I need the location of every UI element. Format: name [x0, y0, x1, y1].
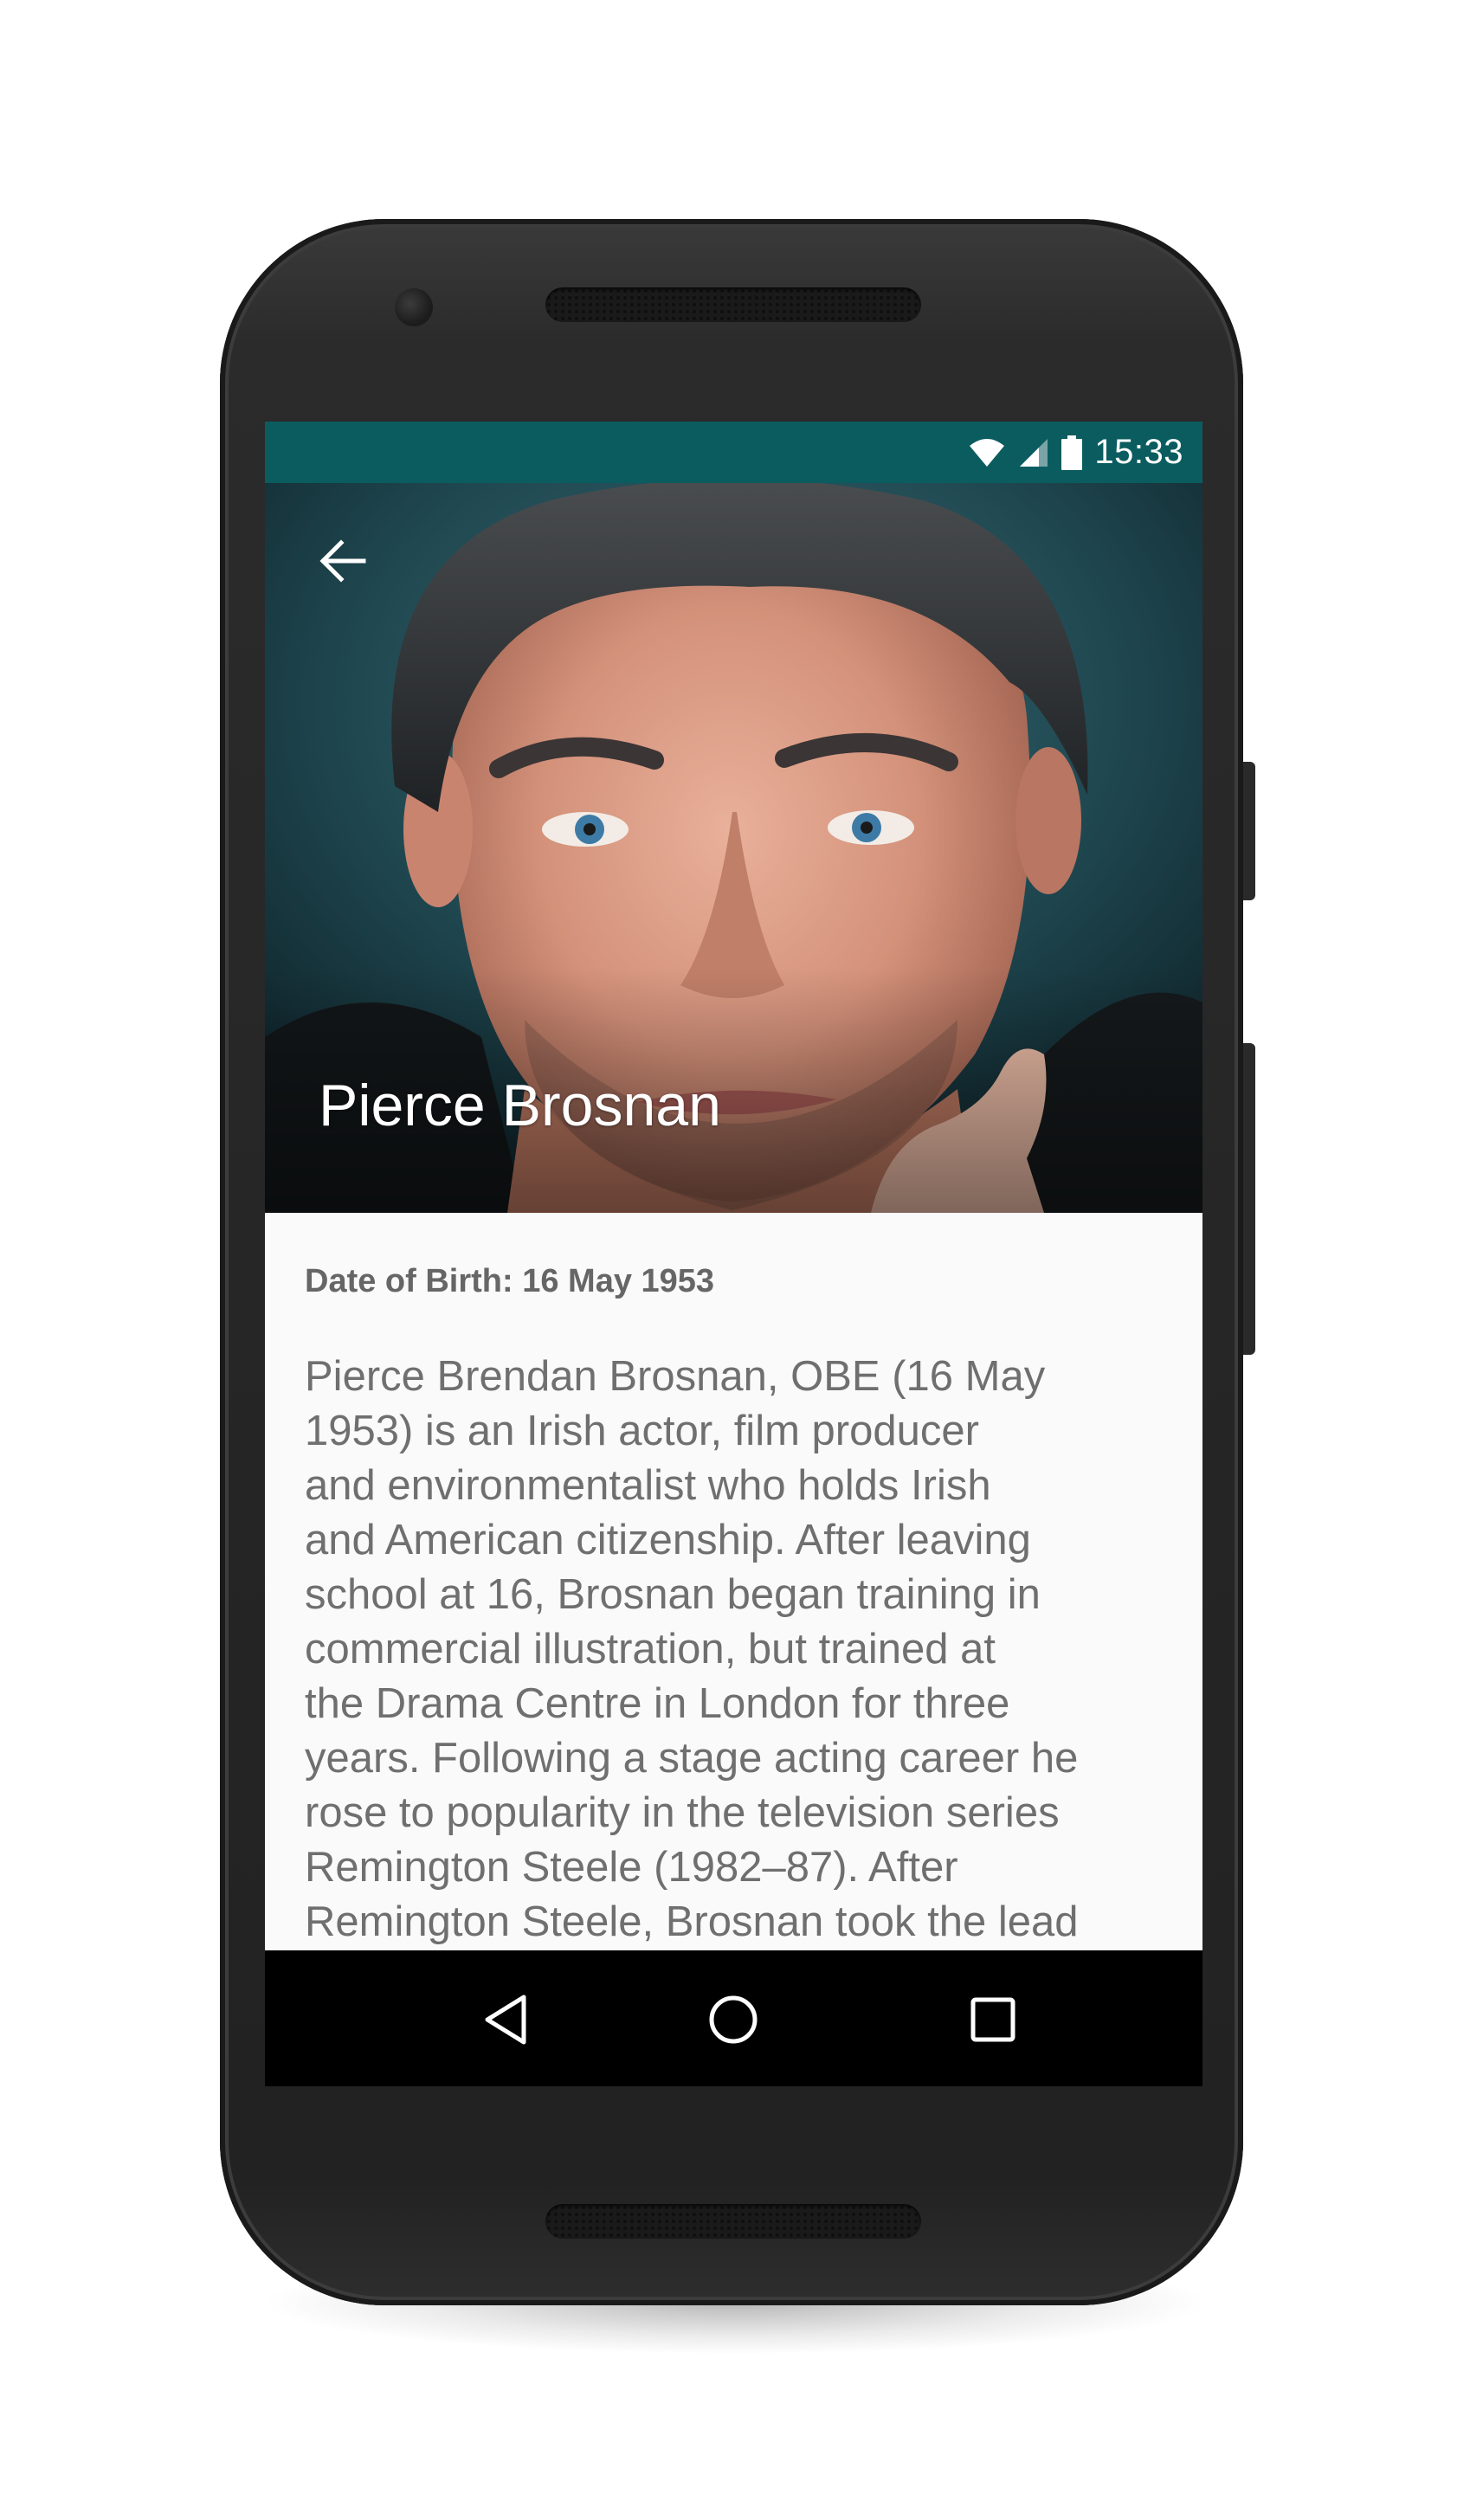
bottom-speaker — [545, 2204, 921, 2239]
status-icons: 15:33 — [968, 422, 1183, 483]
nav-recents-button[interactable] — [958, 1985, 1028, 2054]
phone-screen: 15:33 Pierce Brosnan Date of Birth: 16 M… — [265, 422, 1202, 2086]
cell-signal-icon — [1020, 438, 1048, 467]
detail-content[interactable]: Date of Birth: 16 May 1953 Pierce Brenda… — [265, 1213, 1202, 1950]
arrow-left-icon — [319, 539, 366, 583]
volume-button — [1243, 1043, 1255, 1355]
nav-home-button[interactable] — [699, 1985, 768, 2054]
stage: 15:33 Pierce Brosnan Date of Birth: 16 M… — [0, 0, 1470, 2520]
square-recents-icon — [970, 1997, 1015, 2042]
top-speaker — [545, 287, 921, 322]
navigation-bar — [265, 1950, 1202, 2086]
front-camera — [395, 288, 433, 326]
battery-icon — [1061, 435, 1083, 470]
wifi-icon — [970, 438, 1005, 467]
page-title: Pierce Brosnan — [319, 1073, 721, 1138]
date-of-birth: Date of Birth: 16 May 1953 — [305, 1263, 715, 1299]
circle-home-icon — [709, 1995, 758, 2044]
triangle-back-icon — [485, 1995, 526, 2045]
header-image: Pierce Brosnan — [265, 483, 1202, 1213]
status-bar: 15:33 — [265, 422, 1202, 483]
status-time: 15:33 — [1094, 433, 1183, 471]
nav-back-button[interactable] — [471, 1985, 540, 2054]
power-button — [1243, 762, 1255, 900]
biography-text: Pierce Brendan Brosnan, OBE (16 May 1953… — [305, 1353, 1079, 1945]
back-button[interactable] — [308, 526, 377, 596]
